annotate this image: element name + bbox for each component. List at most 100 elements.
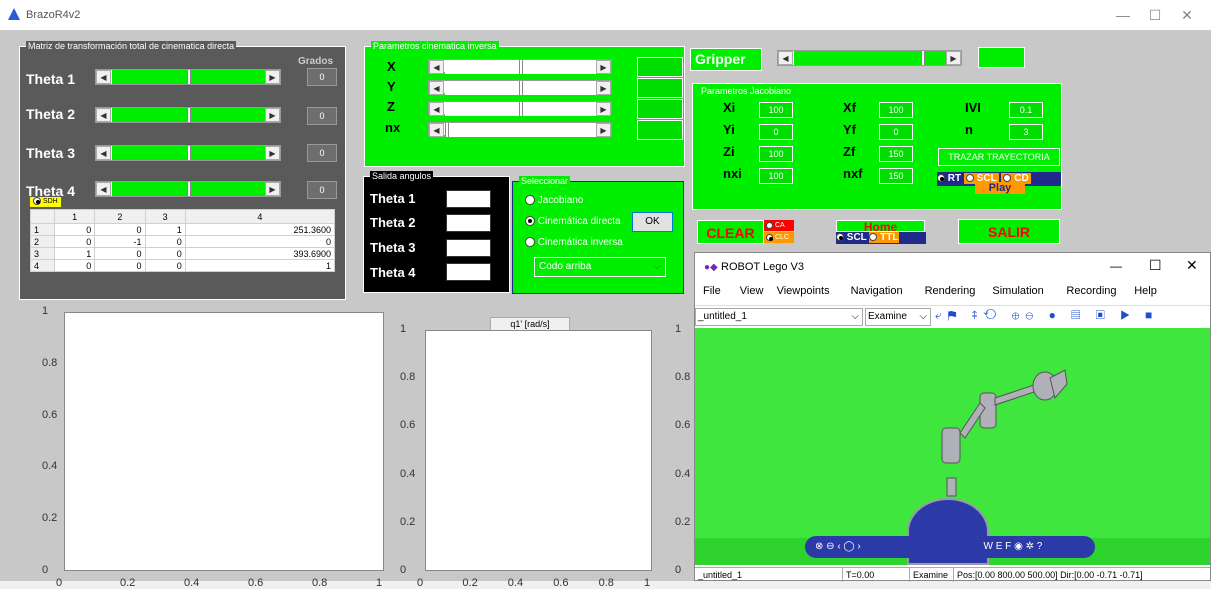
salir-button[interactable]: SALIR [958, 219, 1060, 244]
slider-thumb[interactable] [187, 182, 191, 196]
slider-right-arrow-icon[interactable]: ▶ [596, 123, 611, 137]
toolbar-icons[interactable]: ⤶⚑ ⇞⟲ ⊕⊖ ● ▤ ▣ ▶ ■ [935, 308, 1158, 323]
theta4-value[interactable]: 0 [307, 181, 337, 199]
table-cell[interactable]: 0 [144, 259, 186, 272]
menu-item[interactable]: Navigation [851, 285, 903, 297]
close-button[interactable]: ✕ [1172, 5, 1202, 25]
slider-thumb[interactable] [519, 102, 523, 116]
table-row-header[interactable]: 2 [30, 235, 55, 248]
menu-item[interactable]: Help [1134, 285, 1157, 297]
table-row-header[interactable]: 3 [30, 247, 55, 260]
table-cell[interactable]: 0 [144, 247, 186, 260]
minimize-button[interactable]: — [1108, 5, 1138, 25]
robot-close-button[interactable]: ✕ [1186, 257, 1198, 274]
jac-c1-value[interactable]: 100 [759, 102, 793, 118]
ik-x-value[interactable] [637, 57, 683, 77]
ik-nx-slider[interactable]: ◀ ▶ [428, 122, 612, 137]
menu-item[interactable]: Viewpoints [777, 285, 830, 297]
slider-thumb[interactable] [519, 60, 523, 74]
ik-z-slider[interactable]: ◀ ▶ [428, 101, 612, 116]
slider-thumb[interactable] [920, 51, 925, 65]
table-row-header[interactable]: 1 [30, 223, 55, 236]
slider-left-arrow-icon[interactable]: ◀ [96, 182, 111, 196]
table-cell[interactable]: 0 [94, 259, 146, 272]
jac-c2-value[interactable]: 100 [879, 102, 913, 118]
table-cell[interactable]: -1 [94, 235, 146, 248]
slider-track[interactable] [445, 123, 597, 137]
option-inversa[interactable]: Cinemática inversa [525, 237, 623, 248]
theta1-slider[interactable]: ◀ ▶ [95, 69, 281, 85]
table-cell[interactable]: 0 [53, 223, 96, 236]
mode-dropdown[interactable]: Examine ⌵ [865, 308, 931, 326]
table-cell[interactable]: 251.3600 [184, 223, 336, 236]
ik-z-value[interactable] [637, 99, 683, 119]
jac-c3-value[interactable]: 0.1 [1009, 102, 1043, 118]
trazar-button[interactable]: TRAZAR TRAYECTORIA [938, 148, 1060, 166]
slider-right-arrow-icon[interactable]: ▶ [265, 108, 280, 122]
home-scl-option[interactable]: SCL [836, 232, 867, 243]
slider-left-arrow-icon[interactable]: ◀ [429, 60, 444, 74]
menu-item[interactable]: Rendering [925, 285, 976, 297]
slider-thumb[interactable] [519, 81, 523, 95]
jac-c1-value[interactable]: 100 [759, 146, 793, 162]
table-cell[interactable]: 1 [53, 247, 96, 260]
slider-right-arrow-icon[interactable]: ▶ [265, 182, 280, 196]
clear-button[interactable]: CLEAR [697, 220, 764, 244]
gripper-value[interactable] [978, 47, 1025, 68]
ca-option[interactable]: CA [764, 220, 794, 231]
robot-maximize-button[interactable]: ☐ [1149, 257, 1162, 274]
table-cell[interactable]: 0 [94, 223, 146, 236]
menu-item[interactable]: View [740, 285, 764, 297]
jac-c3-value[interactable]: 3 [1009, 124, 1043, 140]
ik-x-slider[interactable]: ◀ ▶ [428, 59, 612, 74]
slider-right-arrow-icon[interactable]: ▶ [596, 60, 611, 74]
play-button[interactable]: Play [975, 182, 1025, 194]
vr-viewport[interactable]: ⊗ ⊖ ‹ ◯ › W E F ◉ ✲ ? [695, 328, 1210, 565]
nav-panel[interactable]: ⊗ ⊖ ‹ ◯ › W E F ◉ ✲ ? [805, 498, 1095, 565]
ik-y-slider[interactable]: ◀ ▶ [428, 80, 612, 95]
ik-y-value[interactable] [637, 78, 683, 98]
slider-left-arrow-icon[interactable]: ◀ [96, 146, 111, 160]
jac-c1-value[interactable]: 100 [759, 168, 793, 184]
slider-left-arrow-icon[interactable]: ◀ [778, 51, 793, 65]
slider-left-arrow-icon[interactable]: ◀ [429, 123, 444, 137]
table-cell[interactable]: 393.6900 [184, 247, 336, 260]
jac-c2-value[interactable]: 0 [879, 124, 913, 140]
option-jacobiano[interactable]: Jacobiano [525, 195, 583, 206]
gripper-slider[interactable]: ◀ ▶ [777, 50, 962, 66]
home-ttl-option[interactable]: TTL [869, 232, 899, 243]
nav-bar[interactable]: ⊗ ⊖ ‹ ◯ › W E F ◉ ✲ ? [805, 536, 1095, 558]
theta1-value[interactable]: 0 [307, 68, 337, 86]
slider-thumb[interactable] [187, 108, 191, 122]
slider-right-arrow-icon[interactable]: ▶ [596, 81, 611, 95]
clc-option[interactable]: CLC [764, 232, 794, 243]
slider-thumb[interactable] [187, 70, 191, 84]
table-cell[interactable]: 1 [144, 223, 186, 236]
slider-thumb[interactable] [445, 123, 449, 137]
slider-left-arrow-icon[interactable]: ◀ [96, 108, 111, 122]
sdh-radio[interactable]: SDH [30, 197, 61, 207]
slider-right-arrow-icon[interactable]: ▶ [596, 102, 611, 116]
theta2-slider[interactable]: ◀ ▶ [95, 107, 281, 123]
ok-button[interactable]: OK [632, 212, 673, 232]
table-cell[interactable]: 0 [53, 235, 96, 248]
menu-item[interactable]: Simulation [992, 285, 1043, 297]
theta4-slider[interactable]: ◀ ▶ [95, 181, 281, 197]
robot-minimize-button[interactable]: — [1110, 259, 1122, 273]
home-button[interactable]: Home [836, 220, 925, 233]
maximize-button[interactable]: ☐ [1140, 5, 1170, 25]
table-cell[interactable]: 0 [184, 235, 336, 248]
table-cell[interactable]: 0 [94, 247, 146, 260]
table-cell[interactable]: 0 [144, 235, 186, 248]
codo-dropdown[interactable]: Codo arriba ⌵ [534, 257, 666, 277]
slider-thumb[interactable] [187, 146, 191, 160]
slider-left-arrow-icon[interactable]: ◀ [429, 102, 444, 116]
slider-left-arrow-icon[interactable]: ◀ [96, 70, 111, 84]
world-dropdown[interactable]: _untitled_1 ⌵ [695, 308, 863, 326]
jac-c2-value[interactable]: 150 [879, 168, 913, 184]
menu-item[interactable]: File [703, 285, 721, 297]
ik-nx-value[interactable] [637, 120, 683, 140]
theta2-value[interactable]: 0 [307, 107, 337, 125]
theta3-value[interactable]: 0 [307, 144, 337, 162]
menu-item[interactable]: Recording [1066, 285, 1116, 297]
